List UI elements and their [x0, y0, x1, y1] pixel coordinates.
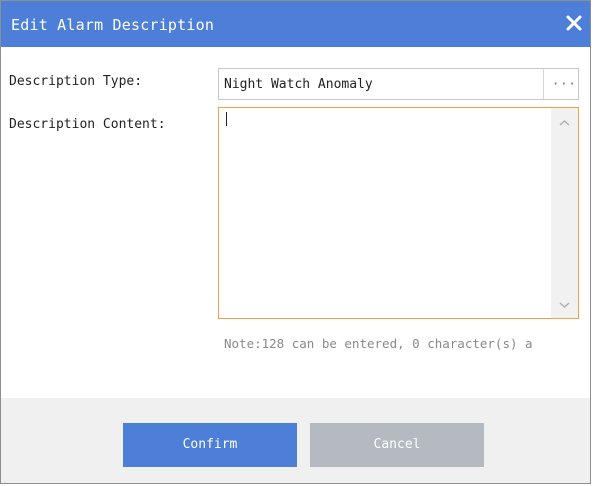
description-type-value: Night Watch Anomaly [224, 77, 373, 92]
dialog-title: Edit Alarm Description [11, 16, 215, 34]
more-icon: ··· [552, 77, 577, 91]
description-type-browse-button[interactable]: ··· [543, 69, 578, 99]
cancel-button[interactable]: Cancel [310, 423, 484, 467]
text-caret [226, 112, 227, 126]
description-content-label: Description Content: [9, 117, 166, 132]
description-content-input[interactable] [219, 108, 549, 318]
description-type-label: Description Type: [9, 74, 143, 89]
character-count-note: Note:128 can be entered, 0 character(s) … [224, 336, 533, 351]
close-button[interactable] [564, 13, 584, 33]
dialog-footer: Confirm Cancel [1, 398, 590, 483]
close-icon [566, 15, 582, 31]
scroll-down-icon[interactable] [558, 300, 571, 310]
description-content-box [218, 107, 579, 319]
confirm-button[interactable]: Confirm [123, 423, 297, 467]
edit-alarm-description-dialog: Edit Alarm Description Description Type:… [0, 0, 591, 484]
dialog-titlebar: Edit Alarm Description [1, 1, 590, 47]
description-type-field[interactable]: Night Watch Anomaly ··· [218, 68, 579, 100]
content-scrollbar[interactable] [551, 108, 578, 318]
scroll-up-icon[interactable] [558, 118, 571, 128]
